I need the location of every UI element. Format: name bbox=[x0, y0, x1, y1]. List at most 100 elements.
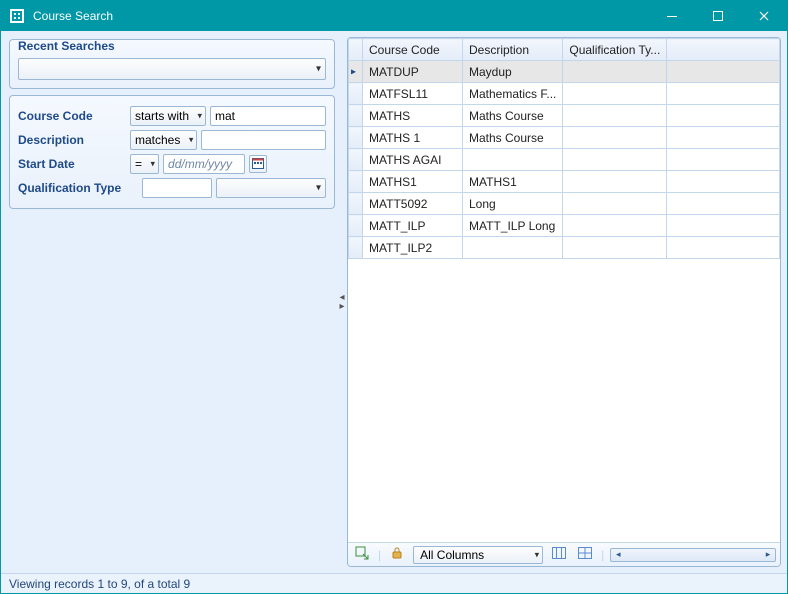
cell[interactable] bbox=[667, 149, 780, 171]
cell[interactable]: MATHS bbox=[363, 105, 463, 127]
chevron-down-icon: ▾ bbox=[189, 135, 194, 146]
col-extra[interactable] bbox=[667, 39, 780, 61]
columns-icon bbox=[552, 547, 566, 562]
col-description[interactable]: Description bbox=[463, 39, 563, 61]
recent-searches-combo[interactable]: ▾ bbox=[18, 58, 326, 80]
grid-toolbar: | All Columns ▾ bbox=[348, 542, 780, 566]
cell[interactable]: MATT5092 bbox=[363, 193, 463, 215]
cell[interactable] bbox=[563, 61, 667, 83]
horizontal-scrollbar[interactable]: ◂ ▸ bbox=[610, 548, 776, 562]
row-header-cell[interactable] bbox=[349, 61, 363, 83]
calendar-icon bbox=[252, 157, 264, 172]
cell[interactable] bbox=[667, 83, 780, 105]
titlebar: Course Search bbox=[1, 1, 787, 31]
cell[interactable] bbox=[463, 237, 563, 259]
results-grid[interactable]: Course Code Description Qualification Ty… bbox=[348, 38, 780, 259]
results-panel: Course Code Description Qualification Ty… bbox=[347, 37, 781, 567]
row-header-cell[interactable] bbox=[349, 83, 363, 105]
minimize-button[interactable] bbox=[649, 1, 695, 31]
row-header-cell[interactable] bbox=[349, 105, 363, 127]
cell[interactable] bbox=[667, 171, 780, 193]
qual-type-combo[interactable]: ▾ bbox=[216, 178, 326, 198]
description-op-select[interactable]: matches ▾ bbox=[130, 130, 197, 150]
calendar-button[interactable] bbox=[249, 155, 267, 173]
cell[interactable] bbox=[563, 149, 667, 171]
course-code-input[interactable]: mat bbox=[210, 106, 326, 126]
close-button[interactable] bbox=[741, 1, 787, 31]
start-date-input[interactable]: dd/mm/yyyy bbox=[163, 154, 245, 174]
chevron-down-icon: ▾ bbox=[316, 64, 321, 75]
cell[interactable]: Maydup bbox=[463, 61, 563, 83]
table-row[interactable]: MATHS AGAI bbox=[349, 149, 780, 171]
course-code-op-select[interactable]: starts with ▾ bbox=[130, 106, 206, 126]
qual-type-input[interactable] bbox=[142, 178, 212, 198]
cell[interactable]: Maths Course bbox=[463, 127, 563, 149]
table-row[interactable]: MATFSL11Mathematics F... bbox=[349, 83, 780, 105]
cell[interactable]: MATHS1 bbox=[363, 171, 463, 193]
cell[interactable] bbox=[563, 127, 667, 149]
filter-row-qual-type: Qualification Type ▾ bbox=[18, 176, 326, 200]
description-input[interactable] bbox=[201, 130, 326, 150]
results-grid-wrap: Course Code Description Qualification Ty… bbox=[348, 38, 780, 542]
cell[interactable]: MATHS 1 bbox=[363, 127, 463, 149]
cell[interactable]: MATHS AGAI bbox=[363, 149, 463, 171]
row-header-cell[interactable] bbox=[349, 237, 363, 259]
cell[interactable]: MATT_ILP Long bbox=[463, 215, 563, 237]
cell[interactable] bbox=[563, 171, 667, 193]
chevron-down-icon: ▾ bbox=[535, 549, 540, 560]
cell[interactable]: Mathematics F... bbox=[463, 83, 563, 105]
maximize-button[interactable] bbox=[695, 1, 741, 31]
cell[interactable]: MATT_ILP2 bbox=[363, 237, 463, 259]
cell[interactable] bbox=[667, 127, 780, 149]
cell[interactable] bbox=[563, 105, 667, 127]
cell[interactable] bbox=[667, 237, 780, 259]
filter-row-start-date: Start Date = ▾ dd/mm/yyyy bbox=[18, 152, 326, 176]
cell[interactable] bbox=[463, 149, 563, 171]
table-row[interactable]: MATT_ILPMATT_ILP Long bbox=[349, 215, 780, 237]
cell[interactable]: MATDUP bbox=[363, 61, 463, 83]
cell[interactable]: MATHS1 bbox=[463, 171, 563, 193]
row-header-cell[interactable] bbox=[349, 193, 363, 215]
cell[interactable]: MATFSL11 bbox=[363, 83, 463, 105]
scroll-right-icon: ▸ bbox=[761, 549, 775, 560]
cell[interactable] bbox=[667, 193, 780, 215]
scroll-track[interactable] bbox=[625, 549, 761, 561]
table-row[interactable]: MATT_ILP2 bbox=[349, 237, 780, 259]
filters-group: Course Code starts with ▾ mat Descriptio… bbox=[9, 95, 335, 209]
cell[interactable] bbox=[667, 215, 780, 237]
row-header-column[interactable] bbox=[349, 39, 363, 61]
columns-selector[interactable]: All Columns ▾ bbox=[413, 546, 543, 564]
export-icon bbox=[355, 546, 369, 563]
lock-button[interactable] bbox=[387, 545, 407, 565]
row-header-cell[interactable] bbox=[349, 215, 363, 237]
table-row[interactable]: MATHS1MATHS1 bbox=[349, 171, 780, 193]
export-button[interactable] bbox=[352, 545, 372, 565]
client-area: Recent Searches ▾ Course Code starts wit… bbox=[1, 31, 787, 573]
cell[interactable]: MATT_ILP bbox=[363, 215, 463, 237]
cell[interactable]: Long bbox=[463, 193, 563, 215]
cell[interactable] bbox=[563, 193, 667, 215]
cell[interactable] bbox=[667, 105, 780, 127]
table-row[interactable]: MATHSMaths Course bbox=[349, 105, 780, 127]
cell[interactable] bbox=[563, 83, 667, 105]
splitter[interactable]: ◂▸ bbox=[337, 37, 347, 567]
row-header-cell[interactable] bbox=[349, 127, 363, 149]
cell[interactable] bbox=[667, 61, 780, 83]
row-header-cell[interactable] bbox=[349, 149, 363, 171]
table-row[interactable]: MATHS 1Maths Course bbox=[349, 127, 780, 149]
row-header-cell[interactable] bbox=[349, 171, 363, 193]
view-toggle-2[interactable] bbox=[575, 545, 595, 565]
filter-row-description: Description matches ▾ bbox=[18, 128, 326, 152]
recent-searches-heading: Recent Searches bbox=[16, 39, 117, 53]
start-date-op-select[interactable]: = ▾ bbox=[130, 154, 159, 174]
table-row[interactable]: MATDUPMaydup bbox=[349, 61, 780, 83]
cell[interactable] bbox=[563, 237, 667, 259]
view-toggle-1[interactable] bbox=[549, 545, 569, 565]
app-icon bbox=[9, 8, 25, 24]
cell[interactable] bbox=[563, 215, 667, 237]
col-qual-type[interactable]: Qualification Ty... bbox=[563, 39, 667, 61]
col-course-code[interactable]: Course Code bbox=[363, 39, 463, 61]
start-date-label: Start Date bbox=[18, 157, 126, 171]
table-row[interactable]: MATT5092Long bbox=[349, 193, 780, 215]
cell[interactable]: Maths Course bbox=[463, 105, 563, 127]
